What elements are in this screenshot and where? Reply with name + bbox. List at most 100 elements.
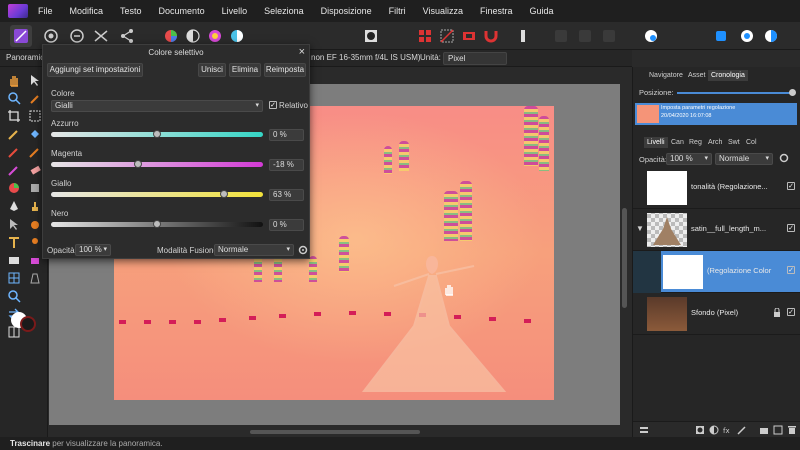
erase-tool[interactable] <box>28 163 42 177</box>
tab-canali[interactable]: Can <box>668 137 687 148</box>
adjustment-icon[interactable] <box>709 425 719 435</box>
color-select[interactable]: Gialli ▾ <box>51 100 263 112</box>
menu-modifica[interactable]: Modifica <box>70 6 104 16</box>
color-replace-tool[interactable] <box>7 181 21 195</box>
horizontal-scrollbar[interactable] <box>250 430 420 434</box>
pixel-tool[interactable] <box>28 145 42 159</box>
fx-icon[interactable]: fx <box>723 425 733 435</box>
menu-filtri[interactable]: Filtri <box>389 6 406 16</box>
relative-checkbox[interactable]: ✓ <box>269 101 277 109</box>
lock-icon[interactable] <box>773 308 781 317</box>
photo-persona-button[interactable] <box>10 25 32 47</box>
unit-select[interactable]: Pixel <box>443 52 507 65</box>
tab-colore[interactable]: Col <box>743 137 760 148</box>
invert-selection-button[interactable] <box>458 25 480 47</box>
layers-opacity-select[interactable]: 100 % ▾ <box>666 153 712 165</box>
layer-row-selected[interactable]: (Regolazione Color ✓ <box>633 251 800 293</box>
new-layer-icon[interactable] <box>773 425 783 435</box>
tab-navigatore[interactable]: Navigatore <box>646 70 686 81</box>
yellow-slider[interactable] <box>51 192 263 197</box>
cyan-slider-knob[interactable] <box>153 130 161 138</box>
menu-seleziona[interactable]: Seleziona <box>264 6 304 16</box>
layer-visibility-checkbox[interactable]: ✓ <box>787 182 795 190</box>
menu-testo[interactable]: Testo <box>120 6 142 16</box>
pen-tool[interactable] <box>7 199 21 213</box>
gear-icon[interactable] <box>298 245 308 255</box>
pixel-mode-button[interactable] <box>710 25 732 47</box>
dodge-tool[interactable] <box>28 235 42 249</box>
arrange-button-1[interactable] <box>550 25 572 47</box>
zoom-tool[interactable] <box>7 91 21 105</box>
yellow-slider-knob[interactable] <box>219 190 228 198</box>
zoom-tool-2[interactable] <box>7 289 21 303</box>
tab-swatches[interactable]: Swt <box>725 137 743 148</box>
magenta-slider-knob[interactable] <box>133 160 142 168</box>
black-slider-knob[interactable] <box>153 220 161 228</box>
split-view-button[interactable] <box>760 25 782 47</box>
gear-icon[interactable] <box>779 153 789 163</box>
layer-row[interactable]: Sfondo (Pixel) ✓ <box>633 293 800 335</box>
yellow-value-field[interactable]: 63 % <box>269 189 304 201</box>
black-value-field[interactable]: 0 % <box>269 219 304 231</box>
mask-button[interactable] <box>360 25 382 47</box>
layer-row[interactable]: tonalità (Regolazione... ✓ <box>633 167 800 209</box>
merge-button[interactable]: Unisci <box>198 63 226 77</box>
delete-button[interactable]: Elimina <box>229 63 261 77</box>
menu-finestra[interactable]: Finestra <box>480 6 513 16</box>
arrange-button-3[interactable] <box>598 25 620 47</box>
menu-livello[interactable]: Livello <box>222 6 248 16</box>
brush-tool-2[interactable] <box>7 163 21 177</box>
add-preset-button[interactable]: Aggiungi set impostazioni <box>47 63 143 77</box>
magenta-value-field[interactable]: -18 % <box>269 159 304 171</box>
sponge-tool[interactable] <box>28 253 42 267</box>
mask-layer-icon[interactable] <box>695 425 705 435</box>
blur-brush-tool[interactable] <box>28 217 42 231</box>
selection-brush-tool[interactable] <box>7 127 21 141</box>
layer-visibility-checkbox[interactable]: ✓ <box>787 224 795 232</box>
crop-tool[interactable] <box>7 109 21 123</box>
shape-tool[interactable] <box>7 253 21 267</box>
fill-tool[interactable] <box>28 127 42 141</box>
history-entry[interactable]: Imposta parametri regolazione 20/04/2020… <box>635 103 797 125</box>
assistant-button[interactable] <box>640 25 662 47</box>
paint-brush-tool[interactable] <box>7 145 21 159</box>
tab-livelli[interactable]: Livelli <box>644 137 668 148</box>
arrange-button-2[interactable] <box>574 25 596 47</box>
expand-arrow-icon[interactable]: ▼ <box>636 224 644 233</box>
magenta-slider[interactable] <box>51 162 263 167</box>
clone-tool[interactable] <box>28 199 42 213</box>
color-swatches[interactable] <box>10 307 40 333</box>
marquee-tool[interactable] <box>28 109 42 123</box>
color-picker-tool[interactable] <box>28 91 42 105</box>
deselect-button[interactable] <box>436 25 458 47</box>
layer-visibility-checkbox[interactable]: ✓ <box>787 266 795 274</box>
snapping-button[interactable] <box>480 25 502 47</box>
mesh-warp-tool[interactable] <box>7 271 21 285</box>
flood-select-tool[interactable] <box>28 181 42 195</box>
blend-mode-select[interactable]: Normale ▾ <box>214 244 294 256</box>
menu-documento[interactable]: Documento <box>159 6 205 16</box>
dialog-opacity-select[interactable]: 100 % ▾ <box>75 244 111 256</box>
menu-disposizione[interactable]: Disposizione <box>321 6 372 16</box>
pen-pressure-button[interactable] <box>512 25 534 47</box>
node-tool[interactable] <box>7 217 21 231</box>
tab-archivio[interactable]: Arch <box>705 137 725 148</box>
trash-icon[interactable] <box>787 425 797 435</box>
vertical-scrollbar[interactable] <box>622 208 627 308</box>
menu-guida[interactable]: Guida <box>530 6 554 16</box>
cyan-value-field[interactable]: 0 % <box>269 129 304 141</box>
history-position-slider[interactable] <box>677 92 791 94</box>
selection-grid-button[interactable] <box>414 25 436 47</box>
tab-regolazioni[interactable]: Reg <box>686 137 705 148</box>
layer-visibility-checkbox[interactable]: ✓ <box>787 308 795 316</box>
tab-asset[interactable]: Asset <box>685 70 709 81</box>
brush-icon[interactable] <box>737 425 747 435</box>
reset-button[interactable]: Reimposta <box>264 63 306 77</box>
menu-visualizza[interactable]: Visualizza <box>423 6 463 16</box>
layer-row[interactable]: ▼ satin__full_length_m... ✓ <box>633 209 800 251</box>
move-tool[interactable] <box>28 73 42 87</box>
layers-stack-icon[interactable] <box>639 425 649 435</box>
layers-blend-select[interactable]: Normale ▾ <box>715 153 773 165</box>
folder-icon[interactable] <box>759 425 769 435</box>
tab-cronologia[interactable]: Cronologia <box>708 70 748 81</box>
